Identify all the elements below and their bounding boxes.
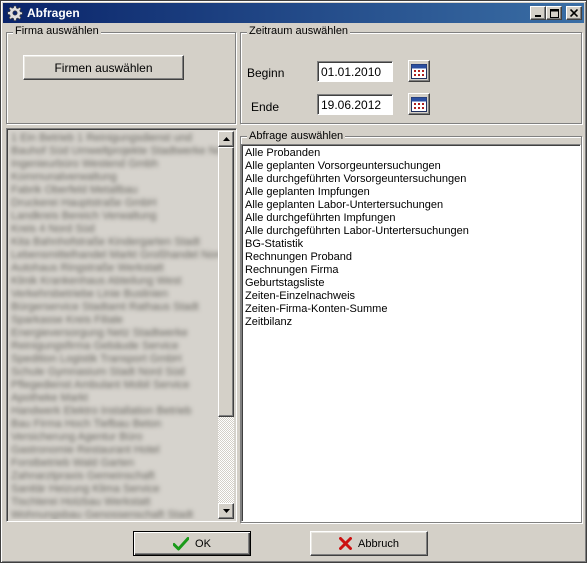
company-list-item[interactable]: Bauhof Süd Umweltprojekte Stadtwerke Nor… <box>11 145 218 158</box>
period-group-legend: Zeitraum auswählen <box>247 25 351 37</box>
start-date-calendar-button[interactable] <box>408 60 430 82</box>
query-list-item[interactable]: Rechnungen Proband <box>245 251 580 264</box>
company-list-item[interactable]: Handwerk Elektro Installation Betrieb <box>11 405 218 418</box>
ok-label: OK <box>195 537 211 550</box>
company-list-item[interactable]: Ingenieurbüro Westend Gmbh <box>11 158 218 171</box>
company-list-item[interactable]: Spedition Logistik Transport GmbH <box>11 353 218 366</box>
minimize-button[interactable] <box>530 6 546 20</box>
end-date-label: Ende <box>251 100 280 114</box>
scroll-up-button[interactable] <box>218 131 234 147</box>
start-date-input[interactable] <box>317 61 393 82</box>
query-list-item[interactable]: Alle durchgeführten Vorsorgeuntersuchung… <box>245 173 580 186</box>
company-list-item[interactable]: Kita Bahnhofstraße Kindergarten Stadt <box>11 236 218 249</box>
scroll-down-button[interactable] <box>218 503 234 519</box>
query-list-item[interactable]: Alle geplanten Impfungen <box>245 186 580 199</box>
query-list-item[interactable]: Alle Probanden <box>245 147 580 160</box>
company-list-item[interactable]: Energieversorgung Netz Stadtwerke <box>11 327 218 340</box>
company-list-item[interactable]: Forstbetrieb Wald Garten <box>11 457 218 470</box>
select-companies-button[interactable]: Firmen auswählen <box>23 55 184 80</box>
start-date-label: Beginn <box>247 66 285 80</box>
query-listbox[interactable]: Alle Probanden Alle geplanten Vorsorgeunt… <box>241 144 581 522</box>
query-list-item[interactable]: Alle geplanten Labor-Untertersuchungen <box>245 199 580 212</box>
company-list-item[interactable]: Sparkasse Kreis Filiale <box>11 314 218 327</box>
query-list-item[interactable]: Zeitbilanz <box>245 316 580 329</box>
query-list-item[interactable]: Geburtstagsliste <box>245 277 580 290</box>
company-list-item[interactable]: Druckerei Hauptstraße GmbH <box>11 197 218 210</box>
company-list-item[interactable]: Versicherung Agentur Büro <box>11 431 218 444</box>
query-list: Alle Probanden Alle geplanten Vorsorgeunt… <box>242 145 580 329</box>
arrow-down-icon <box>222 509 230 513</box>
company-listbox[interactable]: 1 Ein Betrieb 1 Reinigungsdienst und Bauh… <box>6 128 237 522</box>
cancel-label: Abbruch <box>358 537 399 550</box>
scroll-thumb[interactable] <box>218 147 234 417</box>
query-list-item[interactable]: Zeiten-Firma-Konten-Summe <box>245 303 580 316</box>
company-list-item[interactable]: Autohaus Ringstraße Werkstatt <box>11 262 218 275</box>
close-button[interactable] <box>566 6 582 20</box>
abfragen-window: Abfragen Firma auswählen Firmen auswähle… <box>0 0 587 563</box>
company-list-item[interactable]: Tischlerei Holzbau Werkstatt <box>11 496 218 509</box>
company-list-item[interactable]: Wohnungsbau Genossenschaft Stadt <box>11 509 218 519</box>
query-list-item[interactable]: BG-Statistik <box>245 238 580 251</box>
window-title: Abfragen <box>27 6 80 20</box>
query-list-item[interactable]: Rechnungen Firma <box>245 264 580 277</box>
company-list-scrollbar[interactable] <box>218 131 234 519</box>
company-list: 1 Ein Betrieb 1 Reinigungsdienst und Bauh… <box>9 131 218 519</box>
query-group-legend: Abfrage auswählen <box>247 130 346 142</box>
company-list-item[interactable]: Verkehrsbetriebe Linie Buslinien <box>11 288 218 301</box>
company-list-item[interactable]: Gastronomie Restaurant Hotel <box>11 444 218 457</box>
query-list-item[interactable]: Zeiten-Einzelnachweis <box>245 290 580 303</box>
title-bar[interactable]: Abfragen <box>3 3 584 23</box>
company-list-item[interactable]: Zahnarztpraxis Gemeinschaft <box>11 470 218 483</box>
company-list-item[interactable]: Lebensmittelhandel Markt Großhandel Nord <box>11 249 218 262</box>
query-list-item[interactable]: Alle durchgeführten Impfungen <box>245 212 580 225</box>
company-list-item[interactable]: Landkreis Bereich Verwaltung <box>11 210 218 223</box>
query-list-item[interactable]: Alle durchgeführten Labor-Untertersuchun… <box>245 225 580 238</box>
close-icon <box>570 9 578 17</box>
company-list-area: 1 Ein Betrieb 1 Reinigungsdienst und Bauh… <box>9 131 218 519</box>
gear-icon[interactable] <box>7 5 23 21</box>
arrow-up-icon <box>222 137 230 141</box>
company-group-legend: Firma auswählen <box>13 25 101 37</box>
select-companies-label: Firmen auswählen <box>54 60 153 75</box>
company-list-item[interactable]: Fabrik Oberfeld Metallbau <box>11 184 218 197</box>
company-list-item[interactable]: Kreis 4 Nord Süd <box>11 223 218 236</box>
company-list-item[interactable]: Klinik Krankenhaus Abteilung West <box>11 275 218 288</box>
calendar-icon <box>411 64 427 79</box>
cancel-button[interactable]: Abbruch <box>310 531 428 556</box>
maximize-button[interactable] <box>546 6 562 20</box>
company-list-item[interactable]: Kommunalverwaltung <box>11 171 218 184</box>
query-list-item[interactable]: Alle geplanten Vorsorgeuntersuchungen <box>245 160 580 173</box>
company-list-item[interactable]: Bürgerservice Stadtamt Rathaus Stadt <box>11 301 218 314</box>
x-cross-icon <box>339 537 352 550</box>
calendar-icon <box>411 97 427 112</box>
company-list-item[interactable]: Reinigungsfirma Gebäude Service <box>11 340 218 353</box>
checkmark-icon <box>173 536 190 551</box>
end-date-calendar-button[interactable] <box>408 93 430 115</box>
minimize-icon <box>535 15 541 17</box>
company-list-item[interactable]: Apotheke Markt <box>11 392 218 405</box>
company-list-item[interactable]: Schule Gymnasium Stadt Nord Süd <box>11 366 218 379</box>
ok-button[interactable]: OK <box>133 531 251 556</box>
company-list-item[interactable]: Pflegedienst Ambulant Mobil Service <box>11 379 218 392</box>
company-list-item[interactable]: Bau Firma Hoch Tiefbau Beton <box>11 418 218 431</box>
maximize-icon <box>549 8 559 18</box>
company-list-item[interactable]: 1 Ein Betrieb 1 Reinigungsdienst und <box>11 132 218 145</box>
company-list-item[interactable]: Sanitär Heizung Klima Service <box>11 483 218 496</box>
end-date-input[interactable] <box>317 94 393 115</box>
